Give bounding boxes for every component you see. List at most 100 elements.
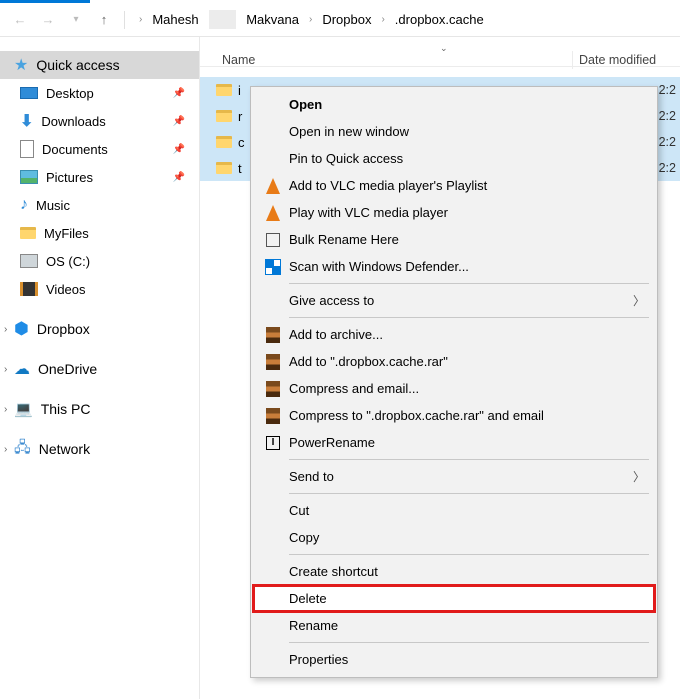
col-date[interactable]: Date modified: [572, 51, 680, 69]
document-icon: [20, 140, 34, 158]
sidebar-network[interactable]: › 🖧 Network: [0, 435, 199, 463]
pin-icon: 📌: [173, 144, 191, 155]
ctx-add-archive[interactable]: Add to archive...: [253, 321, 655, 348]
archive-icon: [266, 327, 280, 343]
ctx-label: Delete: [287, 591, 645, 606]
breadcrumb-seg[interactable]: Makvana: [242, 10, 303, 29]
ctx-copy[interactable]: Copy: [253, 524, 655, 551]
vlc-icon: [266, 205, 280, 221]
nav-bar: ← → ▾ ↑ › Mahesh Makvana › Dropbox › .dr…: [0, 3, 680, 37]
recent-chevron[interactable]: ▾: [64, 8, 88, 32]
sidebar-onedrive[interactable]: ›☁OneDrive: [0, 355, 199, 383]
ctx-vlc-playlist[interactable]: Add to VLC media player's Playlist: [253, 172, 655, 199]
pin-icon: 📌: [173, 88, 191, 99]
ctx-label: Open in new window: [287, 124, 645, 139]
separator: [289, 642, 649, 643]
ctx-delete[interactable]: Delete: [253, 585, 655, 612]
sidebar-label: Videos: [46, 282, 191, 297]
sidebar-videos[interactable]: Videos: [0, 275, 199, 303]
video-icon: [20, 282, 38, 296]
submenu-icon: 〉: [633, 292, 645, 309]
ctx-scan-defender[interactable]: Scan with Windows Defender...: [253, 253, 655, 280]
ctx-label: Give access to: [287, 293, 633, 308]
sidebar-downloads[interactable]: ⬇Downloads📌: [0, 107, 199, 135]
submenu-icon: 〉: [633, 468, 645, 485]
archive-icon: [266, 354, 280, 370]
chevron-right-icon: ›: [381, 14, 384, 25]
breadcrumb-seg[interactable]: .dropbox.cache: [391, 10, 488, 29]
ctx-open[interactable]: Open: [253, 91, 655, 118]
folder-icon: [216, 136, 232, 148]
ctx-label: Bulk Rename Here: [287, 232, 645, 247]
folder-icon: [216, 162, 232, 174]
sidebar-pictures[interactable]: Pictures📌: [0, 163, 199, 191]
ctx-open-new[interactable]: Open in new window: [253, 118, 655, 145]
chevron-right-icon[interactable]: ›: [4, 364, 7, 375]
sidebar-music[interactable]: ♪Music: [0, 191, 199, 219]
sidebar-thispc[interactable]: ›💻This PC: [0, 395, 199, 423]
ctx-rename[interactable]: Rename: [253, 612, 655, 639]
folder-icon: [20, 227, 36, 239]
ctx-label: Cut: [287, 503, 645, 518]
ctx-give-access[interactable]: Give access to〉: [253, 287, 655, 314]
ctx-compress-rar-email[interactable]: Compress to ".dropbox.cache.rar" and ema…: [253, 402, 655, 429]
sidebar-documents[interactable]: Documents 📌: [0, 135, 199, 163]
ctx-label: Properties: [287, 652, 645, 667]
ctx-send-to[interactable]: Send to〉: [253, 463, 655, 490]
cloud-icon: ☁: [14, 359, 30, 379]
ctx-compress-email[interactable]: Compress and email...: [253, 375, 655, 402]
sidebar-label: Network: [39, 441, 191, 457]
expand-icon[interactable]: ⌄: [440, 43, 448, 54]
ctx-powerrename[interactable]: IPowerRename: [253, 429, 655, 456]
breadcrumb-seg[interactable]: Mahesh: [148, 10, 202, 29]
ctx-cut[interactable]: Cut: [253, 497, 655, 524]
ctx-label: Play with VLC media player: [287, 205, 645, 220]
ctx-bulk-rename[interactable]: Bulk Rename Here: [253, 226, 655, 253]
breadcrumb-seg[interactable]: Dropbox: [318, 10, 375, 29]
pin-icon: 📌: [173, 172, 191, 183]
col-name[interactable]: Name: [200, 53, 572, 67]
ctx-add-rar[interactable]: Add to ".dropbox.cache.rar": [253, 348, 655, 375]
chevron-right-icon[interactable]: ›: [4, 404, 7, 415]
chevron-right-icon: ›: [139, 14, 142, 25]
back-button[interactable]: ←: [8, 8, 32, 32]
sidebar-desktop[interactable]: Desktop 📌: [0, 79, 199, 107]
ctx-label: Rename: [287, 618, 645, 633]
ctx-properties[interactable]: Properties: [253, 646, 655, 673]
ctx-label: Compress to ".dropbox.cache.rar" and ema…: [287, 408, 645, 423]
sidebar-myfiles[interactable]: MyFiles: [0, 219, 199, 247]
sidebar-label: MyFiles: [44, 226, 191, 241]
breadcrumb[interactable]: › Mahesh Makvana › Dropbox › .dropbox.ca…: [133, 10, 488, 29]
sidebar-quick-access[interactable]: ★ Quick access: [0, 51, 199, 79]
archive-icon: [266, 408, 280, 424]
chevron-right-icon[interactable]: ›: [4, 324, 7, 335]
sidebar-osc[interactable]: OS (C:): [0, 247, 199, 275]
up-button[interactable]: ↑: [92, 8, 116, 32]
network-icon: 🖧: [14, 437, 31, 462]
sidebar: ★ Quick access Desktop 📌 ⬇Downloads📌 Docu…: [0, 37, 200, 699]
sidebar-label: Documents: [42, 142, 165, 157]
separator: [289, 554, 649, 555]
forward-button[interactable]: →: [36, 8, 60, 32]
desktop-icon: [20, 87, 38, 99]
chevron-right-icon[interactable]: ›: [4, 444, 7, 455]
sidebar-label: Desktop: [46, 86, 165, 101]
ctx-label: Add to ".dropbox.cache.rar": [287, 354, 645, 369]
music-icon: ♪: [20, 196, 28, 214]
ctx-create-shortcut[interactable]: Create shortcut: [253, 558, 655, 585]
ctx-label: Copy: [287, 530, 645, 545]
download-icon: ⬇: [20, 111, 33, 131]
ctx-label: Add to VLC media player's Playlist: [287, 178, 645, 193]
separator: [289, 317, 649, 318]
ctx-vlc-play[interactable]: Play with VLC media player: [253, 199, 655, 226]
ctx-pin[interactable]: Pin to Quick access: [253, 145, 655, 172]
bulk-icon: [266, 233, 280, 247]
sidebar-label: Dropbox: [37, 321, 191, 337]
ctx-label: PowerRename: [287, 435, 645, 450]
ctx-label: Scan with Windows Defender...: [287, 259, 645, 274]
ctx-label: Add to archive...: [287, 327, 645, 342]
shield-icon: [265, 259, 281, 275]
ctx-label: Create shortcut: [287, 564, 645, 579]
pictures-icon: [20, 170, 38, 184]
sidebar-dropbox[interactable]: ›⬢Dropbox: [0, 315, 199, 343]
